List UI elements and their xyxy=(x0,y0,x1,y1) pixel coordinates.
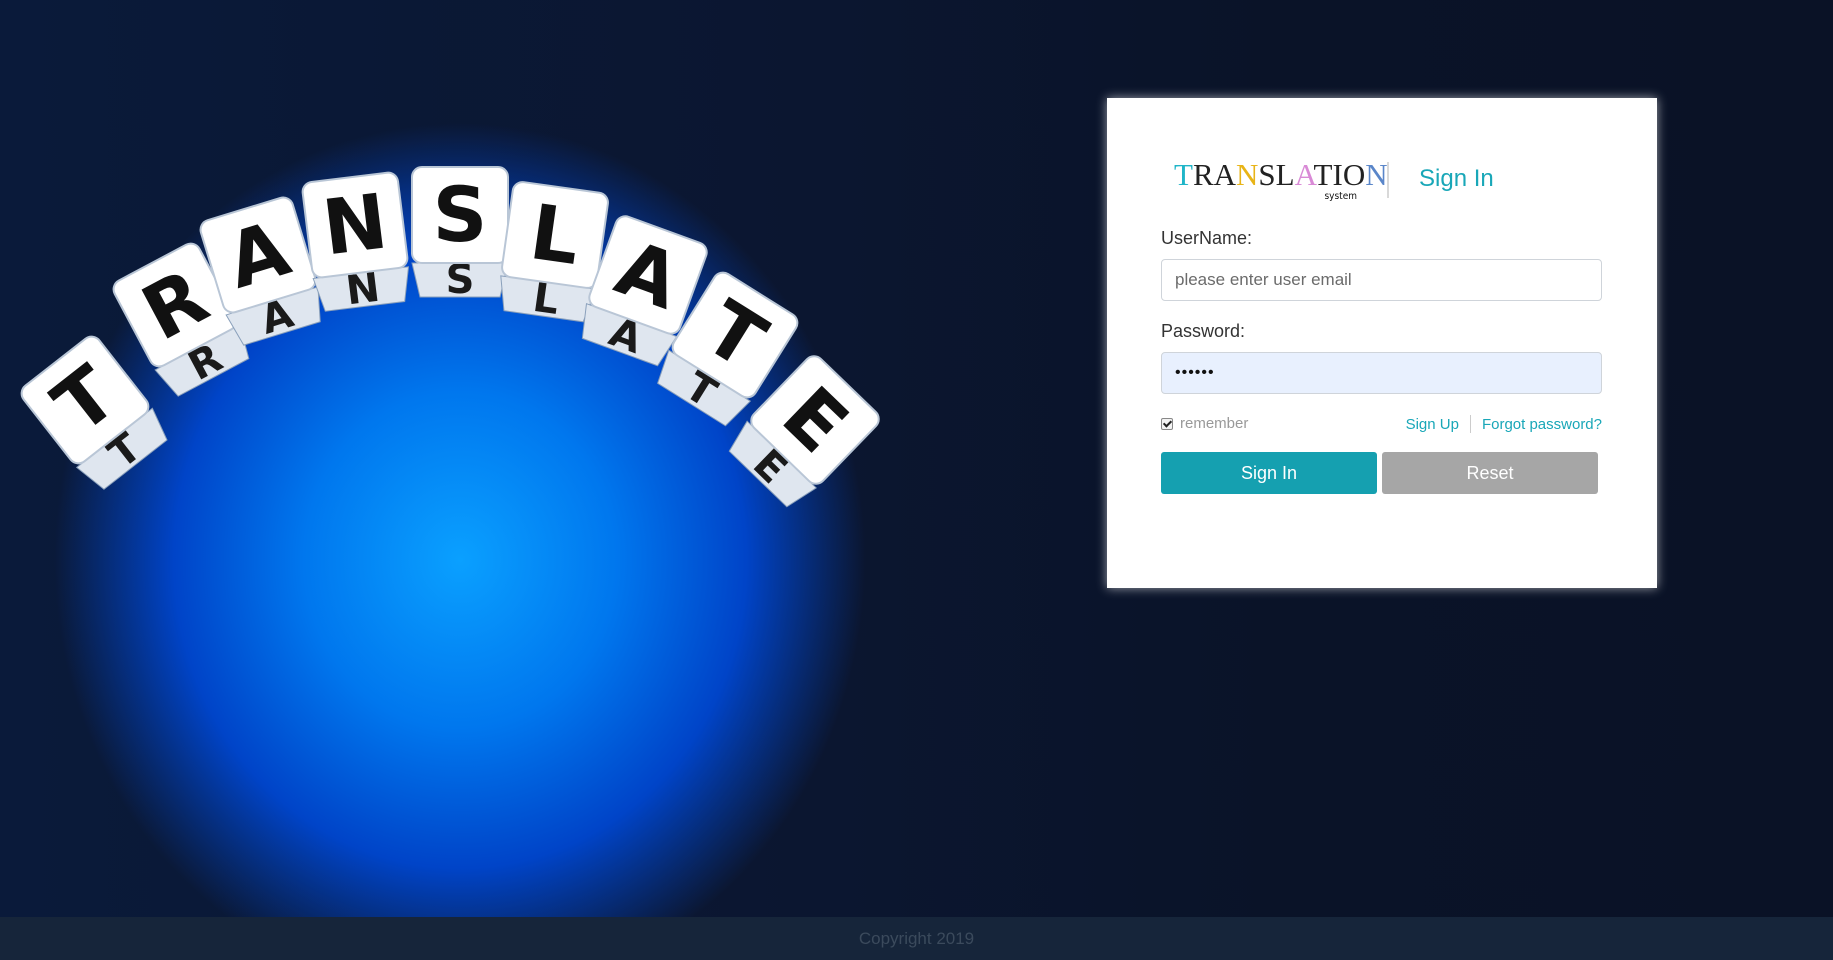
account-links: Sign Up Forgot password? xyxy=(1406,415,1602,433)
logo-letter: S xyxy=(1258,157,1276,192)
login-header: TRANSLATION system Sign In xyxy=(1174,158,1574,208)
forgot-password-link[interactable]: Forgot password? xyxy=(1482,416,1602,433)
header-divider xyxy=(1387,162,1389,198)
login-options-row: remember Sign Up Forgot password? xyxy=(1161,413,1602,437)
checkbox-checked-icon[interactable] xyxy=(1161,417,1173,430)
footer: Copyright 2019 xyxy=(0,917,1833,960)
logo-wordmark: TRANSLATION xyxy=(1174,157,1388,192)
logo-letter: A xyxy=(1294,157,1314,192)
logo-letter: I xyxy=(1332,157,1343,192)
logo-letter: O xyxy=(1342,157,1366,192)
remember-checkbox[interactable]: remember xyxy=(1161,415,1248,432)
logo-subtitle: system xyxy=(1324,191,1357,202)
password-label: Password: xyxy=(1161,321,1246,341)
sign-up-link[interactable]: Sign Up xyxy=(1406,416,1459,433)
links-divider xyxy=(1469,415,1471,433)
logo-letter: R xyxy=(1192,157,1214,192)
login-title: Sign In xyxy=(1419,165,1494,192)
logo-letter: T xyxy=(1174,157,1193,192)
die-letter: S xyxy=(433,170,488,259)
reset-button[interactable]: Reset xyxy=(1382,452,1598,494)
letter-die: SS xyxy=(411,166,509,303)
username-input[interactable] xyxy=(1161,259,1602,301)
password-input[interactable]: •••••• xyxy=(1161,352,1602,394)
logo-letter: N xyxy=(1365,157,1388,192)
logo-letter: T xyxy=(1313,157,1333,192)
logo-letter: L xyxy=(1275,157,1295,192)
logo-letter: A xyxy=(1213,157,1237,192)
die-letter: N xyxy=(318,176,392,272)
username-label: UserName: xyxy=(1161,228,1253,248)
logo-letter: N xyxy=(1236,157,1259,192)
copyright-text: Copyright 2019 xyxy=(858,929,975,948)
translation-system-logo: TRANSLATION system xyxy=(1174,157,1388,208)
translate-dice-illustration: TT RR AA NNSSLLAATTEE xyxy=(20,166,880,508)
login-card: TRANSLATION system Sign In UserName: Pas… xyxy=(1107,98,1657,588)
remember-label: remember xyxy=(1180,415,1249,432)
sign-in-button[interactable]: Sign In xyxy=(1161,452,1377,494)
